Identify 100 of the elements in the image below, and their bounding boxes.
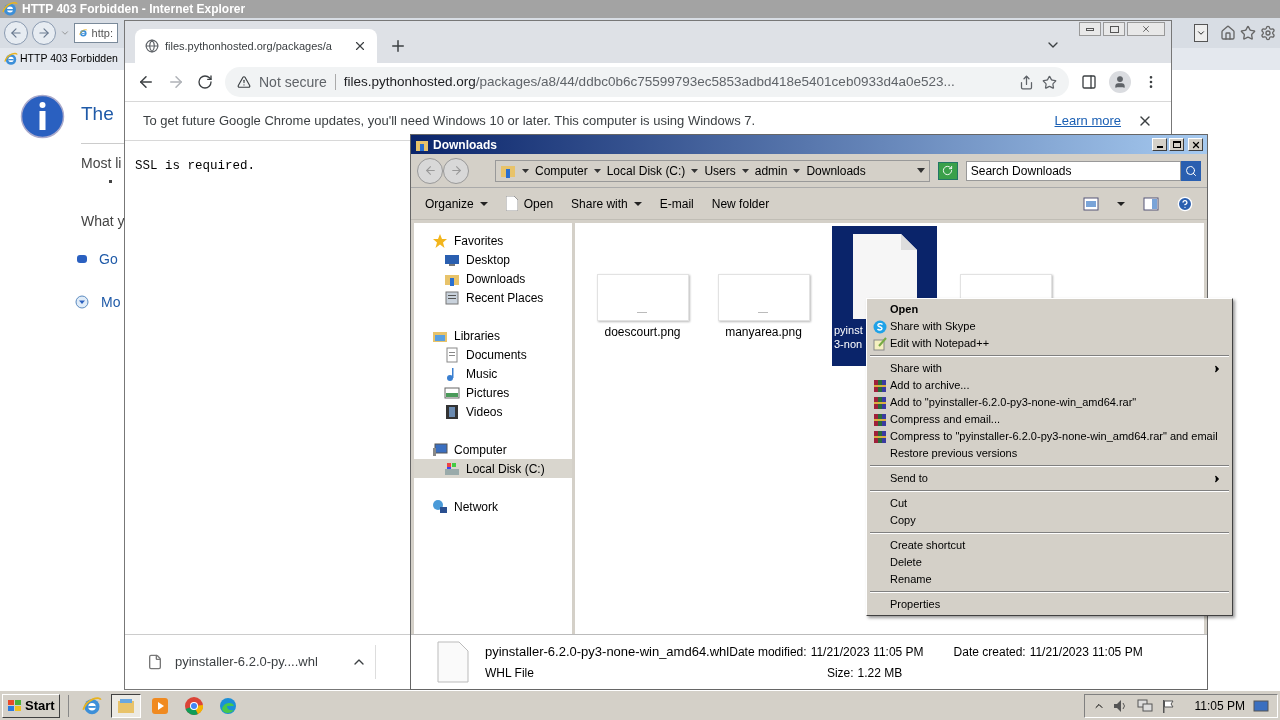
nav-item[interactable]: Music (414, 364, 572, 383)
document-icon (437, 641, 469, 683)
image-thumbnail[interactable] (596, 274, 689, 321)
nav-item[interactable]: Documents (414, 345, 572, 364)
caret-icon[interactable] (1117, 201, 1125, 206)
link[interactable]: Go (99, 248, 118, 270)
start-button[interactable]: Start (2, 693, 60, 718)
expand-icon[interactable] (75, 295, 89, 309)
flag-icon[interactable] (1160, 698, 1175, 713)
breadcrumb[interactable]: admin (754, 161, 788, 180)
toolbar-button[interactable]: Share with (571, 194, 642, 213)
menu-item[interactable]: Add to "pyinstaller-6.2.0-py3-none-win_amd64.rar" (869, 394, 1230, 411)
nav-item[interactable]: Desktop (414, 250, 572, 269)
address-bar[interactable]: Not secure files.pythonhosted.org/packages/a8/44/ddbc0b6c75599793ec5853adbd418e5401ceb0933d4a0e523... (225, 67, 1069, 97)
show-desktop-icon[interactable] (1253, 698, 1269, 713)
pictures-icon (444, 384, 460, 401)
breadcrumb[interactable]: Downloads (806, 161, 866, 180)
detail-value: 11/21/2023 11:05 PM (810, 644, 924, 662)
nav-item[interactable]: Downloads (414, 269, 572, 288)
network-icon (432, 498, 448, 515)
nav-item[interactable]: Recent Places (414, 288, 572, 307)
search-field[interactable]: Search Downloads (965, 160, 1182, 181)
download-item[interactable]: pyinstaller-6.2.0-py....whl (147, 652, 367, 672)
nav-item[interactable]: Videos (414, 402, 572, 421)
favorites-star-icon[interactable] (1240, 25, 1256, 41)
menu-item[interactable]: Copy (869, 512, 1230, 529)
nav-item[interactable]: Local Disk (C:) (414, 459, 572, 478)
nav-item[interactable]: Libraries (414, 326, 572, 345)
link[interactable]: Mo (101, 291, 121, 313)
file-icon (147, 654, 163, 670)
file-name: pyinstaller-6.2.0-py3-none-win_amd64.whl (485, 643, 730, 662)
menu-item[interactable]: Compress to "pyinstaller-6.2.0-py3-none-win_amd64.rar" and email (869, 428, 1230, 445)
detail-label: Size: (826, 664, 854, 682)
minimize-button[interactable] (1079, 22, 1101, 36)
reload-icon[interactable] (197, 74, 213, 90)
menu-item[interactable]: Add to archive... (869, 377, 1230, 394)
browser-tab[interactable]: files.pythonhosted.org/packages/a (135, 29, 377, 63)
breadcrumb-bar[interactable]: Computer Local Disk (C:) Users admin Downloads (495, 159, 931, 182)
toolbar-button[interactable]: E-mail (659, 194, 694, 213)
side-panel-icon[interactable] (1081, 74, 1097, 90)
maximize-button[interactable] (1103, 22, 1125, 36)
profile-avatar[interactable] (1109, 71, 1131, 93)
toolbar-button[interactable]: Organize (425, 194, 488, 213)
toolbar-button[interactable]: Open (505, 194, 554, 213)
film-icon (444, 403, 460, 420)
ie-icon (81, 695, 102, 716)
submenu-arrow-icon (1212, 363, 1222, 374)
nav-item[interactable]: Favorites (414, 231, 572, 250)
menu-item[interactable]: Restore previous versions (869, 445, 1230, 462)
menu-item[interactable]: Cut (869, 495, 1230, 512)
address-dropdown-button[interactable] (1194, 24, 1208, 42)
menu-item[interactable]: Compress and email... (869, 411, 1230, 428)
bookmark-star-icon[interactable] (1042, 74, 1057, 90)
menu-item[interactable]: Delete (869, 554, 1230, 571)
archive-books-icon (873, 412, 887, 427)
menu-item[interactable]: Create shortcut (869, 537, 1230, 554)
disk-icon (444, 460, 460, 477)
refresh-button[interactable] (938, 161, 958, 180)
breadcrumb[interactable]: Computer (535, 161, 588, 180)
learn-more-link[interactable]: Learn more (1054, 111, 1121, 131)
taskbar-button[interactable] (110, 693, 141, 718)
menu-item[interactable]: Rename (869, 571, 1230, 588)
nav-item[interactable]: Pictures (414, 383, 572, 402)
caret-icon[interactable] (917, 168, 926, 173)
breadcrumb[interactable]: Local Disk (C:) (606, 161, 686, 180)
toolbar-button[interactable]: New folder (711, 194, 770, 213)
network-icon[interactable] (1136, 698, 1153, 713)
menu-item[interactable]: Properties (869, 596, 1230, 613)
settings-icon[interactable] (1260, 25, 1276, 41)
caret-icon (479, 201, 488, 206)
caret-icon[interactable] (691, 168, 699, 173)
close-icon (1190, 139, 1201, 150)
detail-value: 11/21/2023 11:05 PM (1029, 644, 1143, 662)
caret-icon[interactable] (741, 168, 749, 173)
breadcrumb[interactable]: Users (704, 161, 736, 180)
close-tab-icon[interactable] (353, 39, 367, 53)
new-tab-icon[interactable] (389, 37, 407, 55)
image-thumbnail[interactable] (717, 274, 810, 321)
windows-logo-icon (7, 698, 23, 713)
caret-icon[interactable] (793, 168, 801, 173)
search-button[interactable] (1181, 160, 1201, 181)
ie-icon (2, 1, 18, 17)
nav-item[interactable]: Computer (414, 440, 572, 459)
home-icon[interactable] (1220, 25, 1236, 41)
back-icon[interactable] (137, 73, 155, 91)
file-type: WHL File (485, 664, 535, 682)
search-icon (1185, 164, 1198, 177)
browser-tab[interactable]: HTTP 403 Forbidden (4, 51, 118, 67)
caret-icon[interactable] (593, 168, 601, 173)
window-title: HTTP 403 Forbidden - Internet Explorer (22, 1, 246, 18)
nav-item[interactable]: Network (414, 497, 572, 516)
view-options-icon[interactable] (1083, 196, 1099, 211)
address-field[interactable]: http: (74, 23, 118, 43)
preview-pane-icon[interactable] (1143, 196, 1159, 211)
caret-icon[interactable] (522, 168, 529, 173)
refresh-icon (942, 165, 954, 176)
menu-item[interactable]: Send to (869, 470, 1230, 487)
share-icon[interactable] (1019, 74, 1034, 90)
document-icon (444, 346, 460, 363)
help-icon[interactable] (1177, 195, 1193, 212)
